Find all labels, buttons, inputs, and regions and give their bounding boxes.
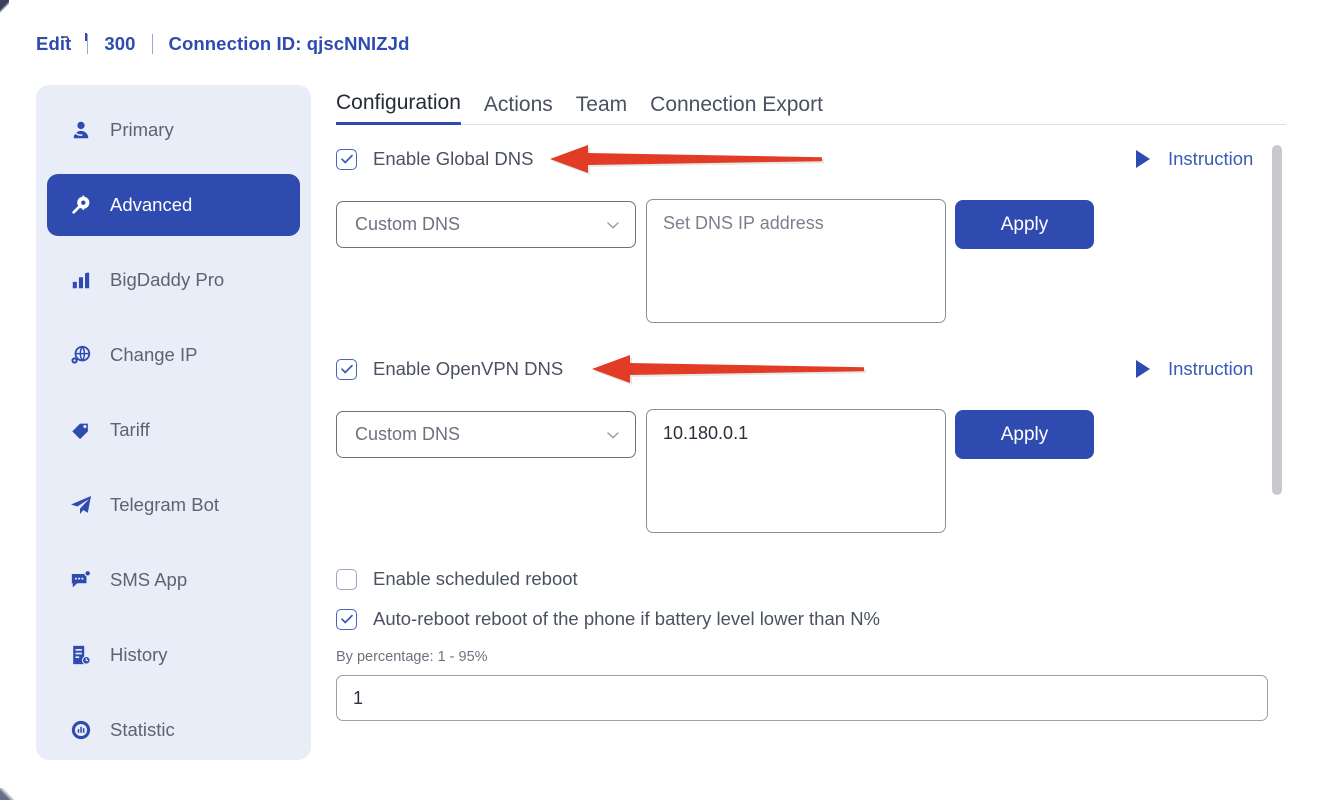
instruction-link-global-dns[interactable]: Instruction <box>1136 148 1253 170</box>
openvpn-dns-ip-textarea[interactable]: 10.180.0.1 <box>646 409 946 533</box>
breadcrumb-divider <box>87 34 89 54</box>
percentage-input[interactable]: 1 <box>336 675 1268 721</box>
sidebar-item-label: Tariff <box>110 418 150 440</box>
sidebar-item-bigdaddy-pro[interactable]: BigDaddy Pro <box>47 249 300 311</box>
enable-openvpn-dns-checkbox[interactable] <box>336 358 357 380</box>
play-icon <box>1136 360 1150 378</box>
global-dns-provider-select[interactable]: Custom DNS <box>336 201 636 248</box>
sidebar-item-telegram-bot[interactable]: Telegram Bot <box>47 474 300 536</box>
enable-openvpn-dns-row: Enable OpenVPN DNS <box>336 358 563 380</box>
tab-team[interactable]: Team <box>576 94 627 124</box>
auto-reboot-battery-label: Auto-reboot reboot of the phone if batte… <box>373 608 880 629</box>
sidebar: Primary Advanced BigDaddy Pro Change IP … <box>36 85 311 760</box>
openvpn-dns-provider-select[interactable]: Custom DNS <box>336 411 636 458</box>
tab-bar: Configuration Actions Team Connection Ex… <box>336 85 1286 125</box>
chevron-down-icon <box>605 427 621 443</box>
telegram-icon <box>69 493 93 517</box>
enable-scheduled-reboot-row: Enable scheduled reboot <box>336 568 578 590</box>
chevron-down-icon <box>605 217 621 233</box>
user-icon <box>69 118 93 142</box>
enable-scheduled-reboot-label: Enable scheduled reboot <box>373 568 578 589</box>
tab-actions[interactable]: Actions <box>484 94 553 124</box>
search-gear-icon <box>69 193 93 217</box>
sidebar-item-change-ip[interactable]: Change IP <box>47 324 300 386</box>
global-dns-apply-button[interactable]: Apply <box>955 200 1094 249</box>
auto-reboot-battery-row: Auto-reboot reboot of the phone if batte… <box>336 608 880 630</box>
instruction-label: Instruction <box>1168 148 1254 169</box>
bar-chart-icon <box>69 268 93 292</box>
auto-reboot-battery-checkbox[interactable] <box>336 608 357 630</box>
tag-icon <box>69 418 93 442</box>
statistic-icon <box>69 718 93 742</box>
corner-artifact-top-left <box>0 0 9 13</box>
global-dns-ip-textarea[interactable]: Set DNS IP address <box>646 199 946 323</box>
breadcrumb-number[interactable]: 300 <box>104 33 135 55</box>
global-dns-provider-value: Custom DNS <box>355 214 461 234</box>
globe-gear-icon <box>69 343 93 367</box>
enable-global-dns-checkbox[interactable] <box>336 148 357 170</box>
sidebar-item-history[interactable]: History <box>47 624 300 686</box>
sidebar-item-label: Telegram Bot <box>110 493 219 515</box>
annotation-arrow-global-dns <box>550 145 824 175</box>
openvpn-dns-apply-button[interactable]: Apply <box>955 410 1094 459</box>
enable-openvpn-dns-label: Enable OpenVPN DNS <box>373 358 564 379</box>
sidebar-item-label: History <box>110 643 168 665</box>
tab-configuration[interactable]: Configuration <box>336 92 461 125</box>
app-page: Edit 300 Connection ID: qjscNNIZJd Prima… <box>0 0 1324 800</box>
breadcrumb-divider <box>151 34 153 54</box>
percentage-helper-text: By percentage: 1 - 95% <box>336 649 488 665</box>
sidebar-item-label: Primary <box>110 118 174 140</box>
tab-connection-export[interactable]: Connection Export <box>650 94 823 124</box>
breadcrumb-edit-link[interactable]: Edit <box>36 33 71 55</box>
document-clock-icon <box>69 643 93 667</box>
breadcrumb: Edit 300 Connection ID: qjscNNIZJd <box>36 33 409 55</box>
instruction-link-openvpn-dns[interactable]: Instruction <box>1136 358 1253 380</box>
corner-artifact-bottom-left <box>0 788 14 800</box>
sidebar-item-primary[interactable]: Primary <box>47 99 300 161</box>
scrollbar-thumb[interactable] <box>1272 145 1282 495</box>
sidebar-item-label: Statistic <box>110 718 175 740</box>
enable-global-dns-row: Enable Global DNS <box>336 148 533 170</box>
sidebar-item-advanced[interactable]: Advanced <box>47 174 300 236</box>
sidebar-item-label: BigDaddy Pro <box>110 268 225 290</box>
sidebar-item-sms-app[interactable]: SMS App <box>47 549 300 611</box>
play-icon <box>1136 150 1150 168</box>
instruction-label: Instruction <box>1168 358 1254 379</box>
sidebar-item-label: SMS App <box>110 568 188 590</box>
sidebar-item-tariff[interactable]: Tariff <box>47 399 300 461</box>
annotation-arrow-openvpn-dns <box>592 355 866 385</box>
sidebar-item-label: Advanced <box>110 193 193 215</box>
main-content: Configuration Actions Team Connection Ex… <box>336 85 1288 125</box>
sidebar-item-label: Change IP <box>110 343 198 365</box>
openvpn-dns-provider-value: Custom DNS <box>355 424 461 444</box>
chat-bubble-icon <box>69 568 93 592</box>
breadcrumb-connection-id: Connection ID: qjscNNIZJd <box>168 33 410 54</box>
enable-global-dns-label: Enable Global DNS <box>373 148 534 169</box>
sidebar-item-statistic[interactable]: Statistic <box>47 699 300 761</box>
enable-scheduled-reboot-checkbox[interactable] <box>336 568 357 590</box>
